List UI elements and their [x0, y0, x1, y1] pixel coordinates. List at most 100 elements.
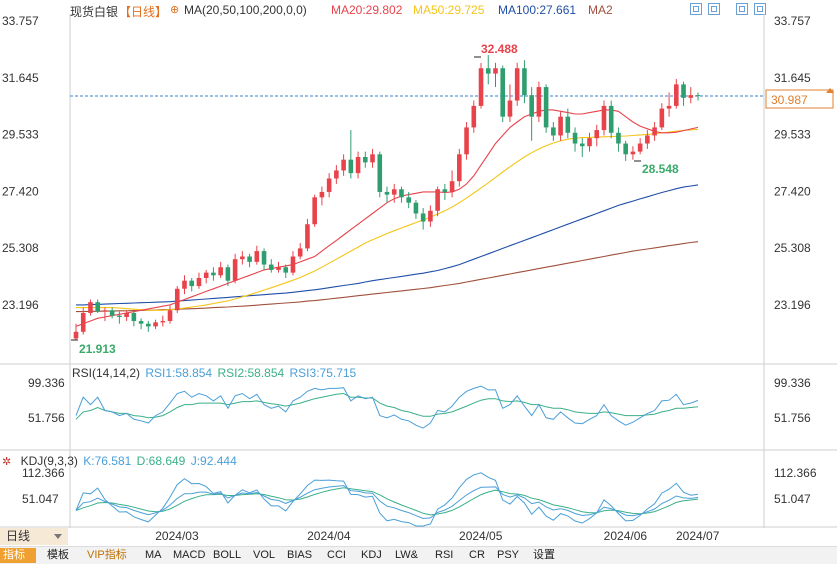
candle-body	[413, 202, 419, 214]
price-tick-right: 31.645	[774, 71, 811, 85]
time-tick: 2024/05	[459, 529, 503, 543]
candle-body	[587, 138, 592, 147]
candle-body	[558, 116, 563, 136]
candle-body	[536, 87, 542, 117]
candle-body	[623, 143, 628, 155]
rsi-tick-right: 99.336	[774, 376, 811, 390]
candle-body	[196, 278, 202, 287]
candle-body	[131, 312, 137, 322]
kdj-j-value: J:92.444	[190, 454, 237, 468]
candle-body	[167, 310, 173, 322]
candle-body	[471, 105, 477, 128]
candle-body	[384, 191, 390, 195]
candle-body	[153, 322, 158, 327]
kdj-tick-right: 51.047	[774, 492, 811, 506]
candle-body	[341, 159, 346, 171]
candle-body	[399, 189, 404, 198]
candle-body	[290, 256, 296, 273]
candle-body	[370, 154, 375, 163]
tab-kdj[interactable]: KDJ	[358, 548, 385, 563]
candle-body	[594, 130, 600, 139]
tab-bias[interactable]: BIAS	[284, 548, 315, 563]
ma20-line	[75, 109, 699, 327]
candle-body	[363, 156, 368, 163]
candle-body	[146, 323, 151, 327]
candle-body	[485, 68, 491, 74]
tab-settings[interactable]: 设置	[530, 548, 558, 563]
time-tick: 2024/06	[604, 529, 648, 543]
candle-body	[514, 68, 520, 101]
candle-body	[377, 154, 383, 192]
time-tick: 2024/07	[676, 529, 720, 543]
tab-vip-indicators[interactable]: VIP指标	[84, 548, 130, 563]
tab-rsi[interactable]: RSI	[432, 548, 456, 563]
candle-body	[232, 259, 238, 281]
tab-ma[interactable]: MA	[142, 548, 165, 563]
tab-macd[interactable]: MACD	[170, 548, 208, 563]
candle-body	[435, 189, 440, 211]
candle-body	[334, 170, 339, 179]
candle-body	[254, 251, 260, 262]
kdj-k-line	[75, 485, 699, 520]
candle-body	[659, 108, 665, 128]
candle-body	[312, 197, 317, 225]
rsi2-value: RSI2:58.854	[217, 366, 285, 380]
candle-body	[645, 135, 650, 144]
candle-body	[442, 189, 448, 192]
tab-lwr[interactable]: LW&	[392, 548, 421, 563]
tab-boll[interactable]: BOLL	[210, 548, 244, 563]
candle-body	[428, 210, 433, 222]
price-tick-right: 33.757	[774, 14, 811, 28]
tab-vol[interactable]: VOL	[250, 548, 278, 563]
candle-body	[681, 84, 686, 98]
indicator-tabs: 指标 模板 VIP指标 MA MACD BOLL VOL BIAS CCI KD…	[0, 546, 837, 564]
candle-body	[500, 68, 506, 117]
rsi-title: RSI(14,14,2)	[72, 366, 141, 380]
kdj-j-line	[75, 472, 699, 527]
candle-body	[579, 143, 585, 147]
price-tick-left: 31.645	[2, 71, 39, 85]
candle-body	[616, 132, 621, 144]
tab-cr[interactable]: CR	[466, 548, 488, 563]
candle-body	[95, 302, 100, 312]
kdj-d-value: D:68.649	[136, 454, 186, 468]
candle-body	[652, 127, 657, 136]
candle-body	[211, 272, 216, 276]
tab-psy[interactable]: PSY	[494, 548, 522, 563]
kdj-settings-icon[interactable]: ✲	[2, 456, 11, 468]
candle-body	[283, 267, 289, 273]
rsi-tick-left: 99.336	[28, 376, 65, 390]
candle-body	[189, 280, 195, 287]
ma200-line	[76, 241, 699, 313]
candle-body	[666, 105, 672, 109]
candle-body	[457, 154, 462, 182]
kdj-k-value: K:76.581	[83, 454, 132, 468]
tab-templates[interactable]: 模板	[44, 548, 72, 563]
period-selector[interactable]: 日线	[0, 528, 68, 545]
tab-indicators[interactable]: 指标	[0, 548, 36, 563]
price-tick-left: 23.196	[2, 298, 39, 312]
candle-body	[572, 132, 578, 144]
kdj-tick-left: 51.047	[22, 492, 59, 506]
candle-body	[355, 156, 361, 174]
local-low-annotation: 28.548	[642, 162, 679, 176]
price-tick-right: 27.420	[774, 184, 811, 198]
candle-body	[218, 267, 223, 276]
candle-body	[522, 68, 527, 96]
candle-body	[305, 224, 310, 249]
price-tick-right: 29.533	[774, 128, 811, 142]
candle-body	[449, 181, 455, 192]
candle-body	[319, 191, 325, 198]
candle-body	[601, 105, 607, 131]
tab-cci[interactable]: CCI	[324, 548, 349, 563]
price-tick-right: 25.308	[774, 241, 811, 255]
candle-body	[348, 159, 354, 174]
candle-body	[464, 127, 469, 155]
price-tick-left: 29.533	[2, 128, 39, 142]
high-annotation: 32.488	[481, 42, 518, 56]
candle-body	[160, 321, 166, 323]
candle-body	[174, 288, 180, 311]
candle-body	[688, 95, 694, 98]
candle-body	[247, 256, 252, 262]
candle-body	[529, 95, 534, 117]
